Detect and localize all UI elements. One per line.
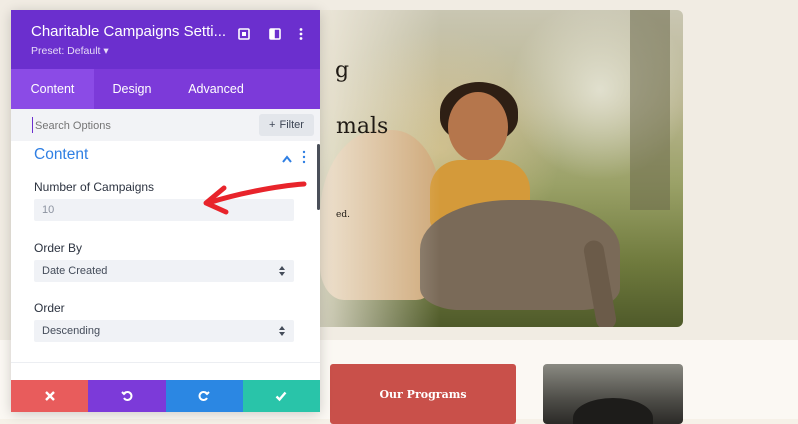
undo-button[interactable] [88,380,166,412]
section-kebab-icon[interactable] [301,150,307,164]
panel-divider [11,362,320,363]
hero-fade [300,10,440,327]
section-title[interactable]: Content [34,146,88,164]
select-arrows-icon [279,326,285,336]
order-label: Order [34,301,65,315]
tab-advanced[interactable]: Advanced [170,69,262,109]
discard-button[interactable] [11,380,89,412]
dog-thumbnail [543,364,683,424]
order-by-value: Date Created [42,265,108,277]
filter-label: Filter [279,119,304,131]
resize-icon[interactable] [236,26,252,42]
order-by-select[interactable]: Date Created [34,260,294,282]
chevron-up-icon[interactable] [281,151,293,163]
check-icon [276,391,287,402]
search-options-input[interactable] [33,115,257,137]
hero-image [300,10,683,327]
search-row: + Filter [11,109,320,141]
number-of-campaigns-label: Number of Campaigns [34,180,155,194]
redo-icon [198,391,210,401]
redo-button[interactable] [165,380,243,412]
undo-icon [121,391,133,401]
panel-scrollbar[interactable] [317,144,320,210]
close-icon [44,391,55,401]
order-value: Descending [42,325,101,337]
panel-header: Charitable Campaigns Setti... Preset: De… [11,10,320,69]
save-button[interactable] [242,380,320,412]
our-programs-button[interactable]: Our Programs [330,364,516,424]
kebab-icon[interactable] [293,26,309,42]
preset-dropdown[interactable]: Preset: Default ▾ [31,45,109,57]
red-arrow-annotation [203,181,307,215]
panel-footer [11,380,320,412]
panel-title: Charitable Campaigns Setti... [31,23,227,40]
settings-tabs: Content Design Advanced [11,69,320,109]
hero-heading-fragment-1: g [335,58,350,83]
order-select[interactable]: Descending [34,320,294,342]
select-arrows-icon [279,266,285,276]
dog-thumbnail-shape [573,398,653,424]
tab-content[interactable]: Content [11,69,94,109]
plus-icon: + [269,119,276,131]
order-by-label: Order By [34,241,83,255]
hero-heading-fragment-2: mals [336,114,389,139]
tab-design[interactable]: Design [94,69,170,109]
hero-body-fragment: ed. [336,210,350,220]
columns-icon[interactable] [267,26,283,42]
filter-button[interactable]: + Filter [259,114,314,136]
tree-trunk [630,10,670,210]
girl-head [448,92,508,162]
